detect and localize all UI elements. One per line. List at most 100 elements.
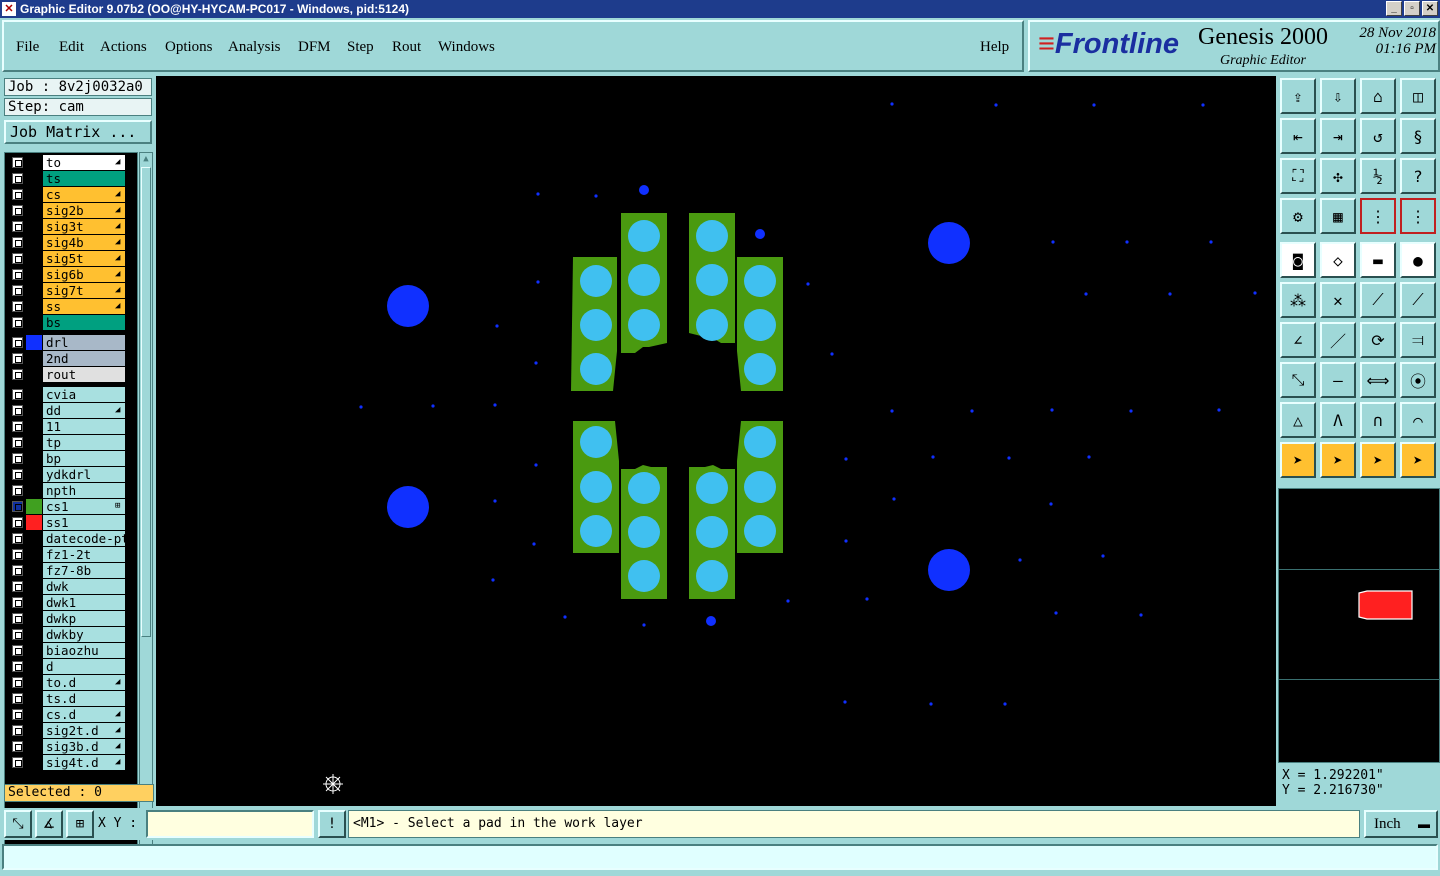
scroll-thumb[interactable]: [141, 167, 151, 637]
layer-row[interactable]: cvia: [7, 387, 137, 402]
layer-checkbox[interactable]: [12, 533, 23, 544]
close-button[interactable]: ✕: [1422, 1, 1438, 16]
cross-icon[interactable]: ✕: [1320, 282, 1356, 318]
layer-checkbox[interactable]: [12, 581, 23, 592]
layer-checkbox[interactable]: [12, 469, 23, 480]
layer-checkbox[interactable]: [12, 693, 23, 704]
pointer-box-icon[interactable]: ➤: [1320, 442, 1356, 478]
layer-checkbox[interactable]: [12, 269, 23, 280]
layer-row[interactable]: datecode-ptc: [7, 531, 137, 546]
layer-name[interactable]: dwkp: [43, 611, 125, 626]
layer-name[interactable]: tp: [43, 435, 125, 450]
layer-row[interactable]: fz1-2t: [7, 547, 137, 562]
layer-checkbox[interactable]: [12, 437, 23, 448]
layer-name[interactable]: sig4t.d: [43, 755, 125, 770]
layer-row[interactable]: fz7-8b: [7, 563, 137, 578]
layer-name[interactable]: bp: [43, 451, 125, 466]
grid-snap-icon[interactable]: ⊞: [66, 810, 94, 838]
line-alt-icon[interactable]: ⟋: [1400, 282, 1436, 318]
angle-icon[interactable]: ∠: [1280, 322, 1316, 358]
layer-name[interactable]: bs: [43, 315, 125, 330]
layer-row[interactable]: to.d ◢: [7, 675, 137, 690]
layer-name[interactable]: to: [43, 155, 125, 170]
layer-checkbox[interactable]: [12, 369, 23, 380]
layer-row[interactable]: sig4t.d ◢: [7, 755, 137, 770]
layer-checkbox[interactable]: [12, 301, 23, 312]
zoom-fit-icon[interactable]: ⛶: [1280, 158, 1316, 194]
select-pad-icon[interactable]: ◙: [1280, 242, 1316, 278]
measure-diagonal-icon[interactable]: ⤡: [4, 810, 32, 838]
layer-checkbox[interactable]: [12, 221, 23, 232]
layer-name[interactable]: datecode-ptc: [43, 531, 125, 546]
layer-row[interactable]: dwkby: [7, 627, 137, 642]
layer-name[interactable]: fz1-2t: [43, 547, 125, 562]
layer-row[interactable]: drl: [7, 335, 137, 350]
arc-icon[interactable]: ⟳: [1360, 322, 1396, 358]
graphic-canvas[interactable]: [156, 76, 1276, 806]
window-icon[interactable]: ◫: [1400, 78, 1436, 114]
layer-name[interactable]: ss1: [43, 515, 125, 530]
layer-row[interactable]: dwk: [7, 579, 137, 594]
layer-checkbox[interactable]: [12, 337, 23, 348]
info-icon[interactable]: !: [318, 810, 346, 838]
layer-checkbox[interactable]: [12, 205, 23, 216]
open-icon[interactable]: ⇪: [1280, 78, 1316, 114]
layer-checkbox[interactable]: [12, 661, 23, 672]
measure-icon[interactable]: ⟺: [1360, 362, 1396, 398]
layer-checkbox[interactable]: [12, 757, 23, 768]
layer-name[interactable]: ydkdrl: [43, 467, 125, 482]
layer-name[interactable]: to.d: [43, 675, 125, 690]
layer-checkbox[interactable]: [12, 285, 23, 296]
peak-icon[interactable]: Λ: [1320, 402, 1356, 438]
minimize-button[interactable]: _: [1386, 1, 1402, 16]
layer-checkbox[interactable]: [12, 629, 23, 640]
layer-row[interactable]: cs.d ◢: [7, 707, 137, 722]
menu-rout[interactable]: Rout: [392, 39, 421, 56]
layer-row[interactable]: ts.d: [7, 691, 137, 706]
xy-input[interactable]: [146, 810, 314, 838]
layer-checkbox[interactable]: [12, 677, 23, 688]
home-icon[interactable]: ⌂: [1360, 78, 1396, 114]
layer-row[interactable]: rout: [7, 367, 137, 382]
menu-actions[interactable]: Actions: [100, 39, 147, 56]
layer-name[interactable]: sig3t: [43, 219, 125, 234]
line-icon[interactable]: ⟋: [1360, 282, 1396, 318]
layer-name[interactable]: rout: [43, 367, 125, 382]
menu-edit[interactable]: Edit: [59, 39, 84, 56]
align-icon[interactable]: ⫤: [1400, 322, 1436, 358]
pointer-net-icon[interactable]: ➤: [1400, 442, 1436, 478]
layer-checkbox[interactable]: [12, 741, 23, 752]
layer-row[interactable]: dd ◢: [7, 403, 137, 418]
layer-row[interactable]: sig4b ◢: [7, 235, 137, 250]
pan-left-icon[interactable]: ⇤: [1280, 118, 1316, 154]
layer-checkbox[interactable]: [12, 597, 23, 608]
layer-row[interactable]: npth: [7, 483, 137, 498]
measure-angle-icon[interactable]: ∡: [35, 810, 63, 838]
layer-name[interactable]: 11: [43, 419, 125, 434]
menu-file[interactable]: File: [16, 39, 39, 56]
layer-row[interactable]: biaozhu: [7, 643, 137, 658]
arch-alt-icon[interactable]: ⌒: [1400, 402, 1436, 438]
layer-checkbox[interactable]: [12, 725, 23, 736]
redraw-icon[interactable]: §: [1400, 118, 1436, 154]
layer-row[interactable]: sig3t ◢: [7, 219, 137, 234]
layer-checkbox[interactable]: [12, 405, 23, 416]
layer-checkbox[interactable]: [12, 173, 23, 184]
layer-list[interactable]: to ◢ ts cs ◢ sig2b ◢ sig3t ◢ sig4b ◢ sig5t ◢ sig6b ◢ si…: [4, 152, 138, 855]
layer-row[interactable]: ss1: [7, 515, 137, 530]
layer-row[interactable]: sig3b.d ◢: [7, 739, 137, 754]
unit-select[interactable]: Inch ▬: [1364, 810, 1438, 838]
layer-row[interactable]: dwkp: [7, 611, 137, 626]
arch-icon[interactable]: ∩: [1360, 402, 1396, 438]
layer-checkbox[interactable]: [12, 253, 23, 264]
layer-row[interactable]: 2nd: [7, 351, 137, 366]
layer-row[interactable]: tp: [7, 435, 137, 450]
connect-icon[interactable]: ⁂: [1280, 282, 1316, 318]
layer-row[interactable]: ss ◢: [7, 299, 137, 314]
pointer-select-icon[interactable]: ➤: [1360, 442, 1396, 478]
diagonal-icon[interactable]: ／: [1320, 322, 1356, 358]
layer-name[interactable]: sig6b: [43, 267, 125, 282]
layer-checkbox[interactable]: [12, 613, 23, 624]
job-matrix-button[interactable]: Job Matrix ...: [4, 120, 152, 144]
layer-name[interactable]: fz7-8b: [43, 563, 125, 578]
